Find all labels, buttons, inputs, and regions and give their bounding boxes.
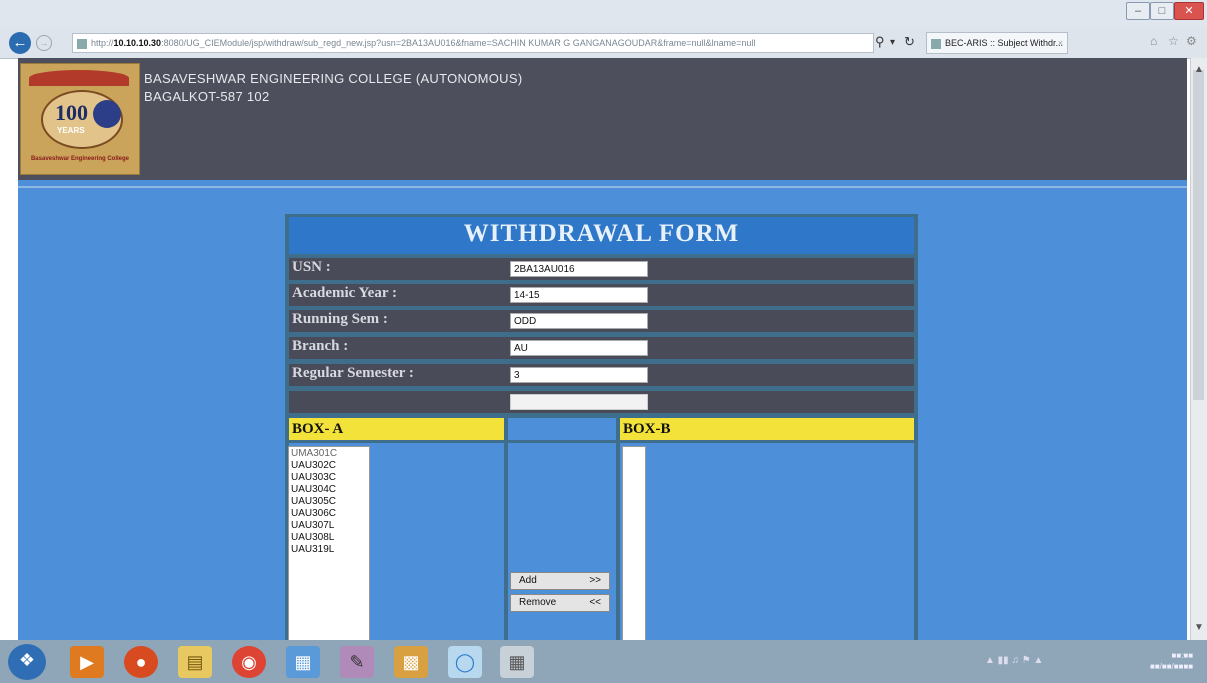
tab-title: BEC-ARIS :: Subject Withdr... <box>945 38 1064 48</box>
url-input[interactable]: http://10.10.10.30:8080/UG_CIEModule/jsp… <box>72 33 874 53</box>
media-player-icon[interactable]: ▶ <box>70 646 104 678</box>
middle-header <box>508 418 616 440</box>
tab-favicon <box>931 38 941 49</box>
close-tab-icon[interactable]: × <box>1058 33 1063 53</box>
taskbar-clock[interactable]: ■■:■■ ■■/■■/■■■■ <box>1150 650 1193 672</box>
paint-app-icon[interactable]: ✎ <box>340 646 374 678</box>
forward-arrow-icon[interactable]: → <box>36 35 52 51</box>
favorites-star-icon[interactable]: ☆ <box>1168 34 1179 48</box>
running-sem-field[interactable]: ODD <box>510 313 648 329</box>
academic-year-field[interactable]: 14-15 <box>510 287 648 303</box>
form-title: WITHDRAWAL FORM <box>463 220 740 247</box>
list-item[interactable]: UAU308L <box>291 533 334 543</box>
calculator-icon[interactable]: ▦ <box>500 646 534 678</box>
usn-label: USN : <box>292 259 331 275</box>
refresh-icon[interactable]: ↻ <box>904 34 915 50</box>
url-prefix: http:// <box>91 38 114 48</box>
firefox-icon[interactable]: ● <box>124 646 158 678</box>
list-item[interactable]: UAU305C <box>291 497 336 507</box>
remove-arrow-icon: << <box>589 597 601 608</box>
powerpoint-icon[interactable]: ▩ <box>394 646 428 678</box>
list-item[interactable]: UMA301C <box>291 449 337 459</box>
system-tray-icons[interactable]: ▲ ▮▮ ♫ ⚑ ▲ <box>985 655 1043 666</box>
tab-subject-withdraw[interactable]: BEC-ARIS :: Subject Withdr... × <box>926 32 1068 54</box>
home-icon[interactable]: ⌂ <box>1150 34 1157 48</box>
branch-label: Branch : <box>292 338 349 354</box>
header-divider <box>18 186 1187 188</box>
page-icon <box>77 38 87 49</box>
add-button-label: Add <box>519 575 537 586</box>
scroll-up-icon[interactable]: ▲ <box>1194 64 1204 75</box>
list-item[interactable]: UAU307L <box>291 521 334 531</box>
window-title-bar <box>0 0 1207 28</box>
remove-button[interactable]: Remove << <box>510 594 610 612</box>
dropdown-arrow-icon[interactable]: ▾ <box>890 37 895 48</box>
add-button[interactable]: Add >> <box>510 572 610 590</box>
logo-number: 100 <box>55 100 88 125</box>
search-icon[interactable]: ⚲ <box>875 34 885 50</box>
list-item[interactable]: UAU319L <box>291 545 334 555</box>
branch-field[interactable]: AU <box>510 340 648 356</box>
blank-field[interactable] <box>510 394 648 410</box>
list-item[interactable]: UAU304C <box>291 485 336 495</box>
url-path: :8080/UG_CIEModule/jsp/withdraw/sub_regd… <box>161 38 756 48</box>
college-city: BAGALKOT-587 102 <box>144 89 270 104</box>
network-app-icon[interactable]: ▦ <box>286 646 320 678</box>
regular-semester-label: Regular Semester : <box>292 365 414 381</box>
box-b-panel <box>620 443 914 640</box>
logo-label: YEARS <box>57 126 85 135</box>
running-sem-label: Running Sem : <box>292 311 388 327</box>
file-explorer-icon[interactable]: ▤ <box>178 646 212 678</box>
box-a-header: BOX- A <box>289 418 504 440</box>
chrome-icon[interactable]: ◉ <box>232 646 266 678</box>
logo-arch <box>29 70 129 86</box>
scroll-down-icon[interactable]: ▼ <box>1194 622 1204 633</box>
usn-field[interactable]: 2BA13AU016 <box>510 261 648 277</box>
list-item[interactable]: UAU303C <box>291 473 336 483</box>
minimize-button[interactable]: – <box>1126 2 1150 20</box>
logo-seal-icon <box>93 100 121 128</box>
back-arrow-icon[interactable]: ← <box>9 32 31 54</box>
internet-explorer-icon[interactable]: ◯ <box>448 646 482 678</box>
list-item[interactable]: UAU302C <box>291 461 336 471</box>
remove-button-label: Remove <box>519 597 557 608</box>
academic-year-label: Academic Year : <box>292 285 397 301</box>
settings-gear-icon[interactable]: ⚙ <box>1186 34 1197 48</box>
url-host: 10.10.10.30 <box>113 38 162 48</box>
scrollbar-thumb[interactable] <box>1193 70 1204 400</box>
logo-caption: Basaveshwar Engineering College <box>30 156 130 162</box>
college-name: BASAVESHWAR ENGINEERING COLLEGE (AUTONOM… <box>144 71 523 86</box>
box-b-list[interactable] <box>622 446 646 642</box>
start-button-icon[interactable]: ❖ <box>8 644 46 680</box>
list-item[interactable]: UAU306C <box>291 509 336 519</box>
regular-semester-field[interactable]: 3 <box>510 367 648 383</box>
maximize-button[interactable]: □ <box>1150 2 1174 20</box>
add-arrow-icon: >> <box>589 575 601 586</box>
college-logo: 100 YEARS Basaveshwar Engineering Colleg… <box>20 63 140 175</box>
close-window-button[interactable]: ✕ <box>1174 2 1204 20</box>
box-b-header: BOX-B <box>620 418 914 440</box>
